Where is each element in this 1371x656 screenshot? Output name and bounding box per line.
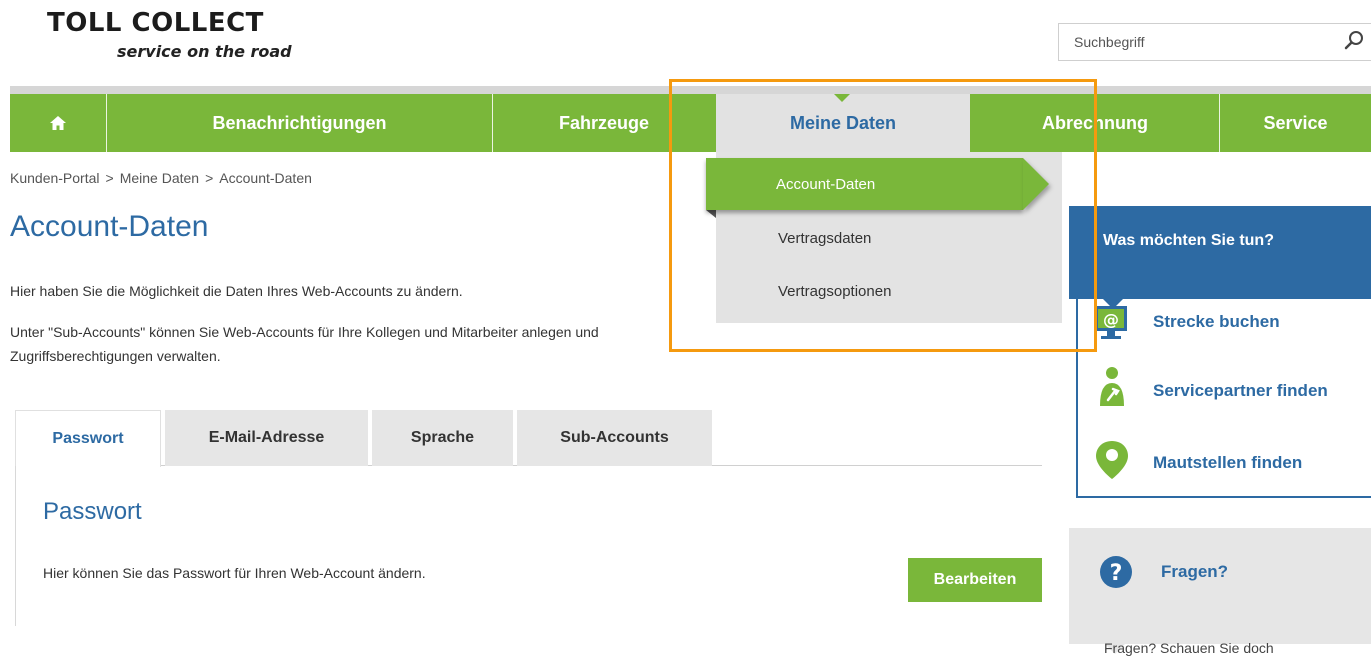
breadcrumb-meine-daten[interactable]: Meine Daten bbox=[120, 170, 199, 186]
search-icon[interactable] bbox=[1342, 28, 1366, 52]
svg-text:@: @ bbox=[1103, 310, 1119, 329]
sidebar-title: Was möchten Sie tun? bbox=[1103, 232, 1274, 249]
tab-passwort[interactable]: Passwort bbox=[15, 410, 161, 467]
questions-title[interactable]: Fragen? bbox=[1161, 562, 1228, 582]
action-strecke-buchen[interactable]: Strecke buchen bbox=[1153, 312, 1280, 332]
breadcrumb-separator: > bbox=[105, 170, 114, 186]
questions-teaser: Fragen? Schauen Sie doch bbox=[1104, 640, 1274, 656]
dropdown-item-vertragsoptionen[interactable]: Vertragsoptionen bbox=[778, 283, 891, 300]
nav-abrechnung[interactable]: Abrechnung bbox=[971, 94, 1219, 152]
logo[interactable]: TOLL COLLECT bbox=[47, 8, 264, 38]
nav-top-border bbox=[10, 86, 1371, 94]
nav-service[interactable]: Service bbox=[1220, 94, 1371, 152]
tab-panel-border bbox=[15, 466, 16, 626]
nav-benachrichtigungen[interactable]: Benachrichtigungen bbox=[107, 94, 492, 152]
breadcrumb-separator: > bbox=[205, 170, 214, 186]
section-text: Hier können Sie das Passwort für Ihren W… bbox=[43, 565, 426, 581]
dropdown-item-vertragsdaten[interactable]: Vertragsdaten bbox=[778, 230, 871, 247]
section-title: Passwort bbox=[43, 498, 142, 525]
intro-text-sub-accounts: Unter "Sub-Accounts" können Sie Web-Acco… bbox=[10, 324, 599, 364]
nav-home[interactable] bbox=[10, 94, 106, 152]
dropdown-active-arrow bbox=[1023, 158, 1049, 210]
monitor-at-icon: @ bbox=[1095, 306, 1127, 339]
dropdown-item-account-daten[interactable]: Account-Daten bbox=[706, 158, 1023, 210]
breadcrumb-account-daten: Account-Daten bbox=[219, 170, 312, 186]
service-person-icon bbox=[1100, 367, 1124, 406]
tab-email-adresse[interactable]: E-Mail-Adresse bbox=[165, 410, 368, 466]
nav-active-notch bbox=[834, 94, 850, 102]
action-servicepartner-finden[interactable]: Servicepartner finden bbox=[1153, 381, 1328, 401]
home-icon bbox=[50, 116, 66, 130]
page-title: Account-Daten bbox=[10, 210, 209, 243]
search-box bbox=[1058, 23, 1371, 61]
breadcrumb: Kunden-Portal > Meine Daten > Account-Daten bbox=[10, 170, 312, 186]
main-navigation: Benachrichtigungen Fahrzeuge Meine Daten… bbox=[10, 94, 1371, 152]
nav-meine-daten[interactable]: Meine Daten bbox=[716, 94, 970, 152]
nav-fahrzeuge[interactable]: Fahrzeuge bbox=[493, 94, 715, 152]
svg-text:?: ? bbox=[1110, 561, 1123, 586]
intro-text: Hier haben Sie die Möglichkeit die Daten… bbox=[10, 283, 463, 299]
question-icon: ? bbox=[1100, 556, 1132, 588]
location-pin-icon bbox=[1096, 441, 1128, 479]
sidebar-header bbox=[1069, 206, 1371, 299]
logo-tagline: service on the road bbox=[117, 42, 292, 61]
tab-sprache[interactable]: Sprache bbox=[372, 410, 513, 466]
breadcrumb-kunden-portal[interactable]: Kunden-Portal bbox=[10, 170, 100, 186]
search-input[interactable] bbox=[1059, 24, 1334, 60]
action-mautstellen-finden[interactable]: Mautstellen finden bbox=[1153, 453, 1302, 473]
dropdown-fold bbox=[706, 210, 716, 218]
tab-sub-accounts[interactable]: Sub-Accounts bbox=[517, 410, 712, 466]
edit-password-button[interactable]: Bearbeiten bbox=[908, 558, 1042, 602]
